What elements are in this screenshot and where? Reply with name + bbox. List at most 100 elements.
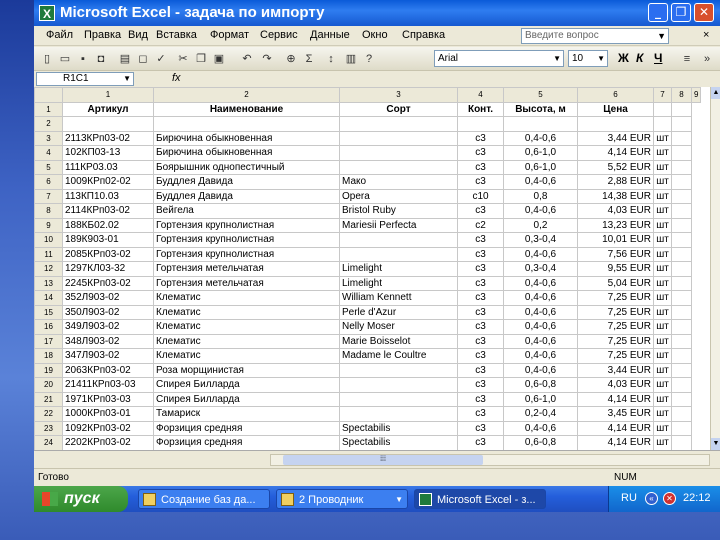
cell[interactable]: шт (653, 290, 672, 306)
toolbar-options-icon[interactable]: » (700, 52, 714, 66)
cell[interactable] (339, 130, 458, 146)
cell[interactable]: William Kennett (339, 290, 458, 306)
cell[interactable]: 1009КРп02-02 (62, 174, 154, 190)
row-header[interactable]: 9 (34, 217, 63, 233)
column-header[interactable]: 4 (457, 87, 504, 103)
row-header[interactable]: 18 (34, 348, 63, 364)
cell[interactable]: 3,45 EUR (577, 406, 654, 422)
cell[interactable]: 4,14 EUR (577, 391, 654, 407)
cell[interactable] (671, 188, 692, 204)
cell[interactable]: Limelight (339, 261, 458, 277)
cell[interactable] (671, 435, 692, 450)
cell[interactable]: с3 (457, 174, 504, 190)
cell[interactable]: Спирея Билларда (153, 377, 340, 393)
cell[interactable]: с10 (457, 188, 504, 204)
cell[interactable]: с3 (457, 261, 504, 277)
cell[interactable]: 0,6-1,0 (503, 159, 578, 175)
cell[interactable]: Бирючина обыкновенная (153, 145, 340, 161)
cell[interactable]: 0,2-0,4 (503, 406, 578, 422)
cell[interactable]: 7,25 EUR (577, 290, 654, 306)
cell[interactable]: 7,25 EUR (577, 319, 654, 335)
cell[interactable]: шт (653, 145, 672, 161)
cell[interactable]: Мако (339, 174, 458, 190)
cell[interactable]: шт (653, 420, 672, 436)
cell[interactable]: с2 (457, 217, 504, 233)
row-header[interactable]: 2 (34, 116, 63, 132)
cell[interactable]: с3 (457, 362, 504, 378)
header-cell[interactable]: Артикул (62, 101, 154, 117)
cell[interactable]: с3 (457, 420, 504, 436)
cell[interactable]: Гортензия метельчатая (153, 261, 340, 277)
paste-icon[interactable]: ▣ (212, 52, 226, 66)
cell[interactable]: 189К903-01 (62, 232, 154, 248)
cell[interactable]: Форзиция средняя (153, 420, 340, 436)
cell[interactable]: с3 (457, 348, 504, 364)
cell[interactable]: Клематис (153, 333, 340, 349)
cell[interactable]: Спирея Билларда (153, 391, 340, 407)
row-header[interactable]: 4 (34, 145, 63, 161)
cell[interactable]: Spectabilis (339, 435, 458, 450)
scroll-down-icon[interactable]: ▼ (711, 438, 720, 450)
cell[interactable] (339, 377, 458, 393)
cell[interactable]: 0,4-0,6 (503, 130, 578, 146)
column-header[interactable]: 5 (503, 87, 578, 103)
cell[interactable]: 0,4-0,6 (503, 275, 578, 291)
column-header[interactable]: 8 (671, 87, 692, 103)
cell[interactable]: шт (653, 406, 672, 422)
cell[interactable]: 4,14 EUR (577, 420, 654, 436)
cell[interactable]: 0,6-0,8 (503, 435, 578, 450)
cell[interactable]: Spectabilis (339, 420, 458, 436)
cell[interactable]: 347Л903-02 (62, 348, 154, 364)
cell[interactable]: Гортензия крупнолистная (153, 232, 340, 248)
help-question-input[interactable]: Введите вопрос ▼ (521, 28, 669, 44)
cell[interactable]: 21411КРп03-03 (62, 377, 154, 393)
cell[interactable]: Клематис (153, 290, 340, 306)
cell[interactable]: с3 (457, 203, 504, 219)
cell[interactable]: Роза морщинистая (153, 362, 340, 378)
spreadsheet-grid[interactable]: 1 2 3 4 5 6 7 8 9 1 Артикул Наименование Сорт Конт. Вы… (34, 87, 710, 450)
italic-button[interactable]: К (636, 51, 643, 65)
cell[interactable]: Буддлея Давида (153, 188, 340, 204)
header-cell[interactable] (653, 101, 672, 117)
row-header[interactable]: 5 (34, 159, 63, 175)
cell[interactable]: Клематис (153, 319, 340, 335)
cell[interactable]: с3 (457, 159, 504, 175)
cell[interactable]: Форзиция средняя (153, 435, 340, 450)
cell[interactable]: шт (653, 319, 672, 335)
cell[interactable]: 0,4-0,6 (503, 203, 578, 219)
cell[interactable] (339, 232, 458, 248)
new-document-icon[interactable]: ▯ (40, 52, 54, 66)
help-icon[interactable]: ? (362, 52, 376, 66)
cell[interactable]: 13,23 EUR (577, 217, 654, 233)
cell[interactable]: 1092КРп03-02 (62, 420, 154, 436)
header-cell[interactable]: Высота, м (503, 101, 578, 117)
cell[interactable]: с3 (457, 290, 504, 306)
cell[interactable]: Madame le Coultre (339, 348, 458, 364)
row-header[interactable]: 16 (34, 319, 63, 335)
row-header[interactable]: 7 (34, 188, 63, 204)
cell[interactable]: Marie Boisselot (339, 333, 458, 349)
cell[interactable]: шт (653, 435, 672, 450)
cell[interactable]: 3,44 EUR (577, 130, 654, 146)
minimize-button[interactable]: _ (648, 3, 668, 22)
row-header[interactable]: 6 (34, 174, 63, 190)
cell[interactable]: Bristol Ruby (339, 203, 458, 219)
cell[interactable] (671, 232, 692, 248)
cell[interactable]: с3 (457, 246, 504, 262)
cell[interactable]: с3 (457, 304, 504, 320)
cell[interactable] (671, 377, 692, 393)
menu-file[interactable]: Файл (46, 29, 73, 41)
cell[interactable]: шт (653, 391, 672, 407)
cell[interactable] (671, 203, 692, 219)
cell[interactable]: 350Л903-02 (62, 304, 154, 320)
save-icon[interactable]: ▪ (76, 52, 90, 66)
cell[interactable]: 4,14 EUR (577, 435, 654, 450)
cell[interactable]: 113КП10.03 (62, 188, 154, 204)
print-preview-icon[interactable]: ◻ (136, 52, 150, 66)
header-cell[interactable]: Конт. (457, 101, 504, 117)
cell[interactable] (671, 391, 692, 407)
cell[interactable]: 2113КРп03-02 (62, 130, 154, 146)
maximize-button[interactable]: ❐ (671, 3, 691, 22)
cell[interactable]: 0,4-0,6 (503, 362, 578, 378)
cell[interactable] (671, 275, 692, 291)
